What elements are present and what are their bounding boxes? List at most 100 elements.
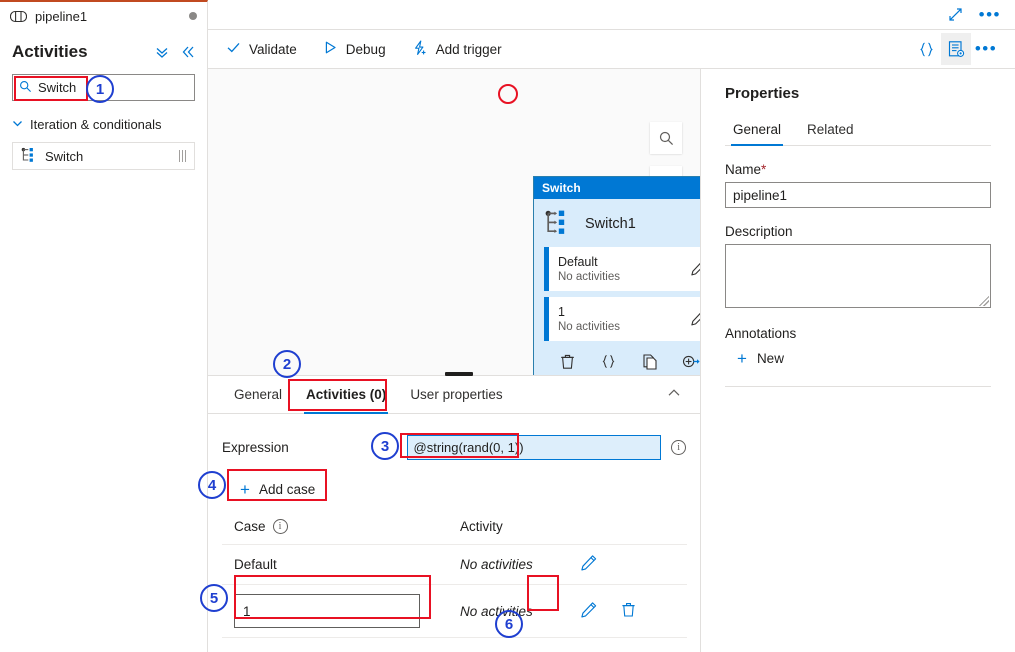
switch-node-actions (534, 347, 700, 373)
delete-icon[interactable] (620, 601, 637, 621)
code-braces-icon[interactable] (911, 33, 941, 65)
required-mark: * (761, 162, 766, 177)
cases-header-row: Case i Activity (222, 519, 687, 545)
chevron-down-icon (12, 118, 23, 132)
add-output-icon[interactable] (682, 353, 700, 373)
cases-header-activity: Activity (448, 519, 568, 545)
name-label-text: Name (725, 162, 761, 177)
code-braces-icon[interactable] (600, 353, 617, 373)
switch-node-card[interactable]: Switch Switch1 (533, 176, 700, 375)
add-case-label: Add case (259, 482, 315, 497)
tab-activities[interactable]: Activities (0) (294, 376, 398, 413)
lightning-plus-icon (412, 40, 428, 59)
validate-label: Validate (249, 42, 297, 57)
annotation-marker-4: 4 (198, 471, 226, 499)
panel-collapse-button[interactable] (666, 376, 686, 413)
checkmark-icon (226, 40, 241, 58)
cases-table-head: Case i Activity (222, 519, 687, 545)
search-input-value: Switch (38, 80, 76, 95)
drag-handle-icon[interactable] (179, 150, 186, 162)
resize-grip-icon[interactable] (979, 296, 989, 306)
annotation-marker-5: 5 (200, 584, 228, 612)
table-row: Default No activities (222, 545, 687, 585)
properties-tabs: General Related (725, 116, 991, 146)
node-case-1[interactable]: 1 No activities (544, 297, 700, 341)
add-trigger-button[interactable]: Add trigger (412, 30, 514, 69)
more-ellipsis-icon[interactable]: ••• (971, 33, 1001, 65)
annotation-marker-6: 6 (495, 610, 523, 638)
info-icon[interactable]: i (273, 519, 288, 534)
pencil-icon[interactable] (690, 259, 700, 280)
expression-row: Expression @string(rand(0, 1)) i (222, 434, 686, 460)
pencil-icon[interactable] (580, 554, 598, 575)
activity-cell-default: No activities (448, 545, 568, 585)
tab-related[interactable]: Related (799, 116, 862, 145)
info-icon[interactable]: i (671, 440, 686, 455)
validate-button[interactable]: Validate (226, 30, 309, 69)
name-field-label: Name* (725, 162, 991, 177)
annotation-marker-2: 2 (273, 350, 301, 378)
switch-node-title: Switch1 (585, 216, 636, 232)
sidebar-header-actions (155, 45, 195, 59)
pipeline-canvas[interactable]: Switch Switch1 (208, 69, 700, 375)
name-input[interactable]: pipeline1 (725, 182, 991, 208)
command-bar-right-actions: ••• (911, 30, 1001, 69)
pipeline-icon (10, 10, 27, 23)
new-annotation-button[interactable]: + New (725, 347, 784, 370)
node-case-1-name: 1 (558, 305, 620, 319)
double-chevron-left-icon[interactable] (181, 45, 195, 59)
search-icon (19, 80, 32, 96)
pipeline-command-bar: Validate Debug Add trigger (208, 30, 1015, 69)
sidebar-item-switch-label: Switch (45, 149, 83, 164)
description-field-label: Description (725, 224, 991, 239)
app-root: pipeline1 ••• Activities (0, 0, 1015, 652)
sidebar-header: Activities (0, 30, 207, 70)
case-edit-pencil-icon[interactable] (580, 601, 598, 622)
node-case-1-subtitle: No activities (558, 320, 620, 334)
cases-table: Case i Activity Default No activities (222, 519, 687, 638)
tab-general[interactable]: General (725, 116, 789, 145)
row-actions-default (568, 545, 687, 585)
add-trigger-label: Add trigger (436, 42, 502, 57)
properties-divider (725, 386, 991, 387)
expression-input[interactable]: @string(rand(0, 1)) (407, 435, 662, 460)
tab-user-properties[interactable]: User properties (398, 376, 514, 413)
node-case-default[interactable]: Default No activities (544, 247, 700, 291)
cases-table-body: Default No activities (222, 545, 687, 638)
cases-header-case-label: Case (234, 519, 266, 534)
properties-pane: Properties General Related Name* pipelin… (700, 69, 1015, 652)
zoom-search-icon[interactable] (650, 122, 682, 154)
annotations-label: Annotations (725, 326, 991, 341)
panel-tabs: General Activities (0) User properties (208, 376, 700, 414)
plus-icon: + (737, 352, 747, 366)
cases-header-case: Case i (222, 519, 448, 545)
switch-activity-icon (544, 209, 571, 239)
panel-body: Expression @string(rand(0, 1)) i + Add c… (208, 414, 700, 638)
debug-button[interactable]: Debug (323, 30, 398, 69)
clone-icon[interactable] (641, 353, 658, 373)
case-value-input[interactable]: 1 (234, 594, 420, 628)
switch-activity-icon (21, 147, 37, 166)
sidebar-group-iteration-conditionals[interactable]: Iteration & conditionals (12, 117, 195, 132)
expand-diagonal-icon[interactable] (948, 7, 963, 22)
add-case-button[interactable]: + Add case (234, 478, 321, 501)
tabstrip-actions: ••• (948, 0, 1015, 29)
description-textarea[interactable] (725, 244, 991, 308)
annotation-circle-canvas (498, 84, 518, 104)
properties-panel-icon[interactable] (941, 33, 971, 65)
activities-sidebar: Activities (0, 30, 208, 652)
pipeline-tab[interactable]: pipeline1 (0, 0, 208, 30)
delete-icon[interactable] (559, 353, 576, 373)
sidebar-item-switch[interactable]: Switch (12, 142, 195, 170)
properties-title: Properties (725, 85, 991, 102)
tab-general[interactable]: General (222, 376, 294, 413)
more-ellipsis-icon[interactable]: ••• (979, 10, 1001, 20)
case-cell-default: Default (222, 545, 448, 585)
node-case-1-texts: 1 No activities (558, 305, 620, 334)
pencil-icon[interactable] (690, 309, 700, 330)
double-chevron-down-icon[interactable] (155, 45, 169, 59)
pipeline-tab-label: pipeline1 (35, 9, 87, 24)
unsaved-dot-icon (189, 12, 197, 20)
debug-label: Debug (346, 42, 386, 57)
sidebar-group-label: Iteration & conditionals (30, 117, 162, 132)
